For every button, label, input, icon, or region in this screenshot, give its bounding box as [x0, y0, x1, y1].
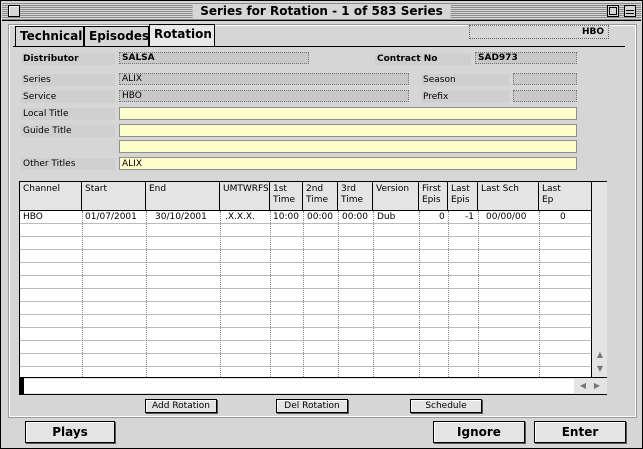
local-title-input[interactable]: [119, 107, 577, 120]
other-titles-label: Other Titles: [21, 158, 115, 170]
distributor-value: SALSA: [119, 52, 309, 64]
col-last-sch[interactable]: Last Sch: [478, 182, 539, 210]
col-first-time[interactable]: 1st Time: [270, 182, 303, 210]
cell-time3: 00:00: [342, 212, 368, 222]
service-badge: HBO: [469, 25, 609, 39]
cell-version: Dub: [377, 212, 396, 222]
cell-last-ep: 0: [560, 212, 566, 222]
local-title-label: Local Title: [21, 108, 115, 120]
column-divider: [338, 211, 339, 377]
column-divider: [82, 211, 83, 377]
column-divider: [303, 211, 304, 377]
cell-start: 01/07/2001: [85, 212, 137, 222]
tab-episodes[interactable]: Episodes: [84, 26, 149, 46]
plays-button[interactable]: Plays: [25, 421, 115, 443]
col-first-epis[interactable]: First Epis: [419, 182, 448, 210]
schedule-button[interactable]: Schedule: [410, 399, 482, 413]
arrow-left-icon[interactable]: ◀: [576, 379, 590, 393]
column-divider: [539, 211, 540, 377]
col-version[interactable]: Version: [373, 182, 419, 210]
cell-time1: 10:00: [273, 212, 299, 222]
cell-last-sch: 00/00/00: [486, 212, 527, 222]
table-header: Channel Start End UMTWRFS 1st Time 2nd Tim…: [20, 182, 591, 211]
close-box-icon[interactable]: [8, 5, 20, 17]
add-rotation-button[interactable]: Add Rotation: [145, 399, 217, 413]
ignore-button[interactable]: Ignore: [433, 421, 525, 443]
horizontal-scroll-track[interactable]: [24, 379, 574, 393]
series-rotation-window: Series for Rotation - 1 of 583 Series Te…: [0, 0, 643, 449]
guide-title-input-2[interactable]: [119, 140, 577, 153]
col-channel[interactable]: Channel: [20, 182, 82, 210]
other-titles-input[interactable]: ALIX: [119, 157, 577, 170]
enter-button[interactable]: Enter: [534, 421, 626, 443]
col-start[interactable]: Start: [82, 182, 146, 210]
rotation-table[interactable]: Channel Start End UMTWRFS 1st Time 2nd Tim…: [19, 181, 607, 395]
column-divider: [220, 211, 221, 377]
cell-first-epis: 0: [439, 212, 445, 222]
contract-no-value: SAD973: [475, 52, 577, 64]
col-third-time[interactable]: 3rd Time: [338, 182, 373, 210]
cell-last-epis: -1: [465, 212, 474, 222]
col-last-epis[interactable]: Last Epis: [448, 182, 478, 210]
column-divider: [419, 211, 420, 377]
vertical-scrollbar[interactable]: ▲ ▼: [591, 182, 607, 377]
prefix-label: Prefix: [421, 91, 509, 103]
series-label: Series: [21, 74, 115, 86]
season-value: [513, 73, 577, 85]
column-divider: [373, 211, 374, 377]
tab-technical[interactable]: Technical: [15, 26, 84, 46]
collapse-box-icon[interactable]: [624, 5, 636, 17]
column-divider: [448, 211, 449, 377]
table-body[interactable]: HBO 01/07/2001 30/10/2001 .X.X.X. 10:00 …: [20, 211, 591, 377]
column-divider: [146, 211, 147, 377]
service-label: Service: [21, 91, 115, 103]
guide-title-label: Guide Title: [21, 125, 115, 137]
arrow-right-icon[interactable]: ▶: [590, 379, 604, 393]
cell-end: 30/10/2001: [155, 212, 207, 222]
horizontal-scrollbar[interactable]: ◀ ▶: [20, 377, 607, 394]
cell-umtwrfs: .X.X.X.: [225, 212, 255, 222]
cell-channel: HBO: [23, 212, 43, 222]
series-value: ALIX: [119, 73, 409, 85]
tab-rotation[interactable]: Rotation: [149, 24, 215, 47]
season-label: Season: [421, 74, 509, 86]
window-title: Series for Rotation - 1 of 583 Series: [192, 4, 451, 19]
col-second-time[interactable]: 2nd Time: [303, 182, 338, 210]
title-bar[interactable]: Series for Rotation - 1 of 583 Series: [2, 2, 641, 21]
tab-panel-divider: [13, 46, 625, 47]
prefix-value: [513, 90, 577, 102]
cell-time2: 00:00: [307, 212, 333, 222]
del-rotation-button[interactable]: Del Rotation: [276, 399, 348, 413]
column-divider: [478, 211, 479, 377]
column-divider: [270, 211, 271, 377]
zoom-box-icon[interactable]: [607, 5, 619, 17]
col-end[interactable]: End: [146, 182, 220, 210]
col-last-ep[interactable]: Last Ep: [539, 182, 591, 210]
arrow-down-icon[interactable]: ▼: [593, 362, 607, 376]
col-umtwrfs[interactable]: UMTWRFS: [220, 182, 270, 210]
guide-title-input[interactable]: [119, 124, 577, 137]
service-value: HBO: [119, 90, 409, 102]
distributor-label: Distributor: [21, 53, 115, 65]
contract-no-label: Contract No: [375, 53, 471, 65]
arrow-up-icon[interactable]: ▲: [593, 348, 607, 362]
